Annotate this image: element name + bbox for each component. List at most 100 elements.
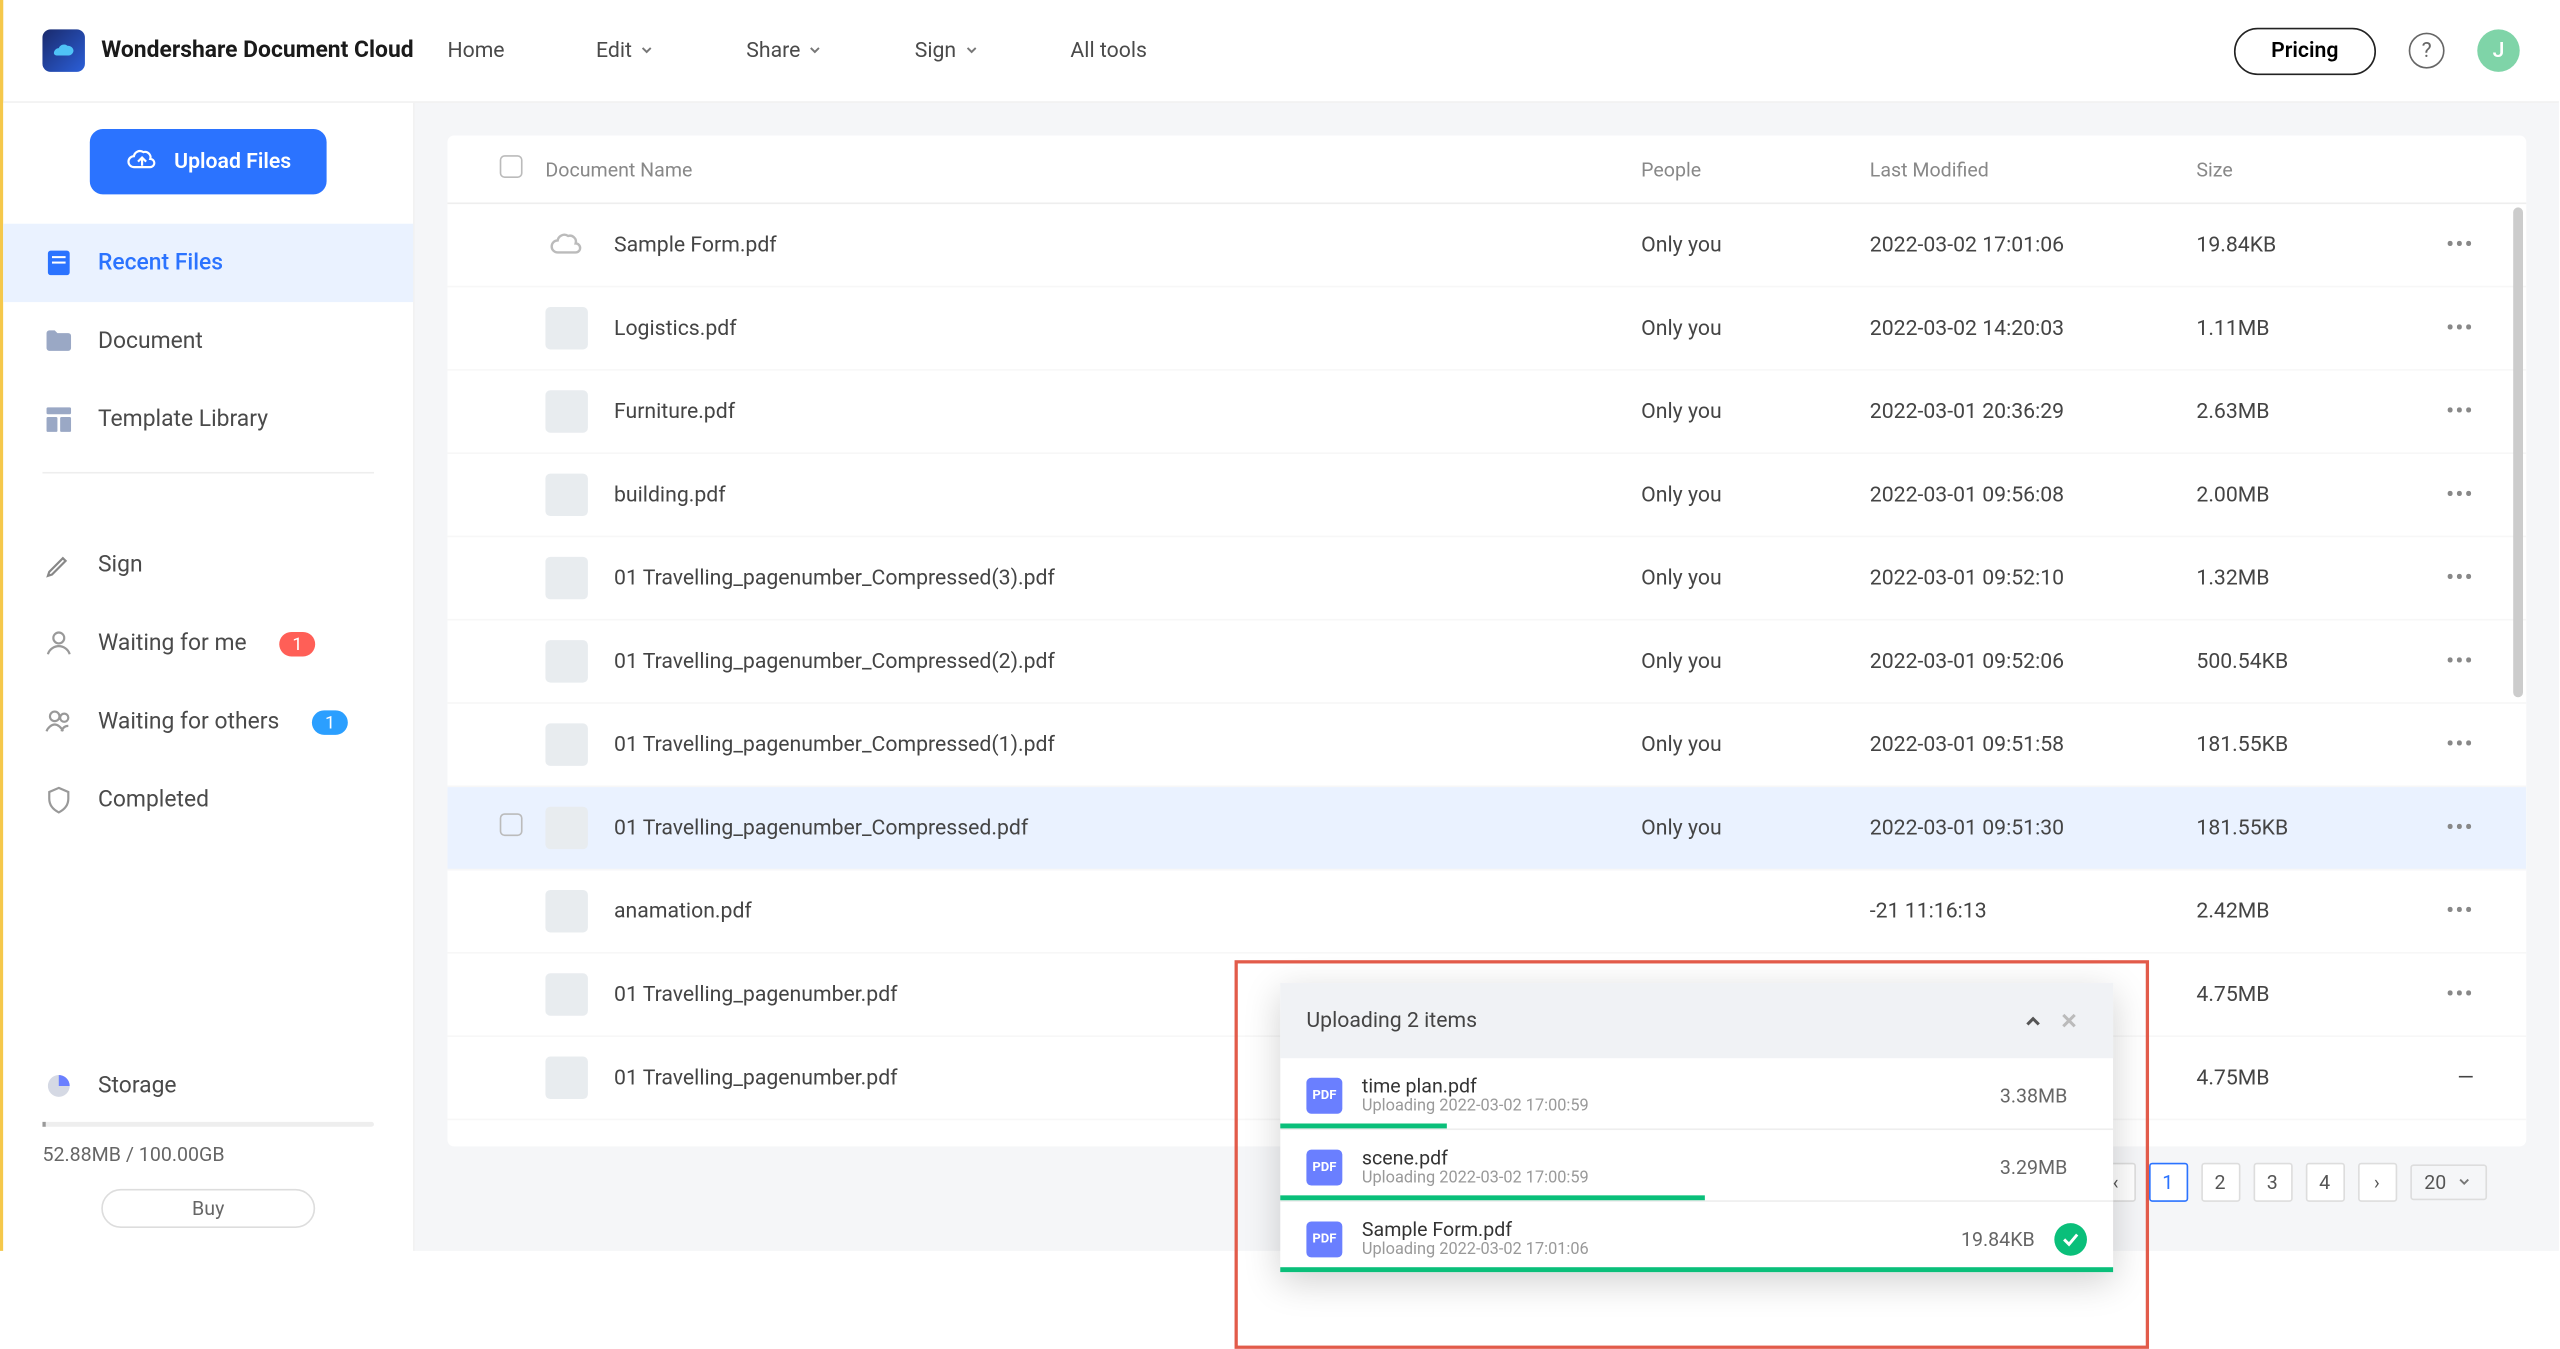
col-name-header[interactable]: Document Name [545,158,1641,181]
file-thumbnail-icon [545,557,587,599]
chevron-down-icon [963,42,979,58]
page-number-button[interactable]: 4 [2305,1163,2344,1202]
table-row[interactable]: Sample Form.pdfOnly you2022-03-02 17:01:… [447,204,2526,287]
storage-row: Storage [3,1053,413,1112]
table-row[interactable]: Furniture.pdfOnly you2022-03-01 20:36:29… [447,371,2526,454]
pie-chart-icon [42,1070,75,1103]
upload-item-row: PDF time plan.pdfUploading 2022-03-02 17:… [1280,1058,2113,1130]
table-row[interactable]: 01 Travelling_pagenumber_Compressed.pdfO… [447,787,2526,870]
row-more-icon[interactable]: ••• [2446,899,2474,923]
file-size: 19.84KB [2196,233,2408,257]
sidebar-item-label: Waiting for me [98,630,247,656]
row-more-icon[interactable]: ••• [2446,982,2474,1006]
file-modified: 2022-03-02 14:20:03 [1870,316,2197,340]
file-modified: 2022-03-02 17:01:06 [1870,233,2197,257]
upload-status-text: Uploading 2022-03-02 17:00:59 [1362,1169,2000,1187]
table-row[interactable]: 01 Travelling_pagenumber_Compressed(3).p… [447,537,2526,620]
page-size-select[interactable]: 20 [2409,1164,2487,1200]
row-more-icon[interactable]: ••• [2446,816,2474,840]
close-icon [2058,1009,2081,1032]
file-name: 01 Travelling_pagenumber.pdf [614,1066,898,1090]
table-row[interactable]: building.pdfOnly you2022-03-01 09:56:082… [447,454,2526,537]
upload-status-text: Uploading 2022-03-02 17:00:59 [1362,1097,2000,1115]
row-more-icon[interactable]: ••• [2446,732,2474,756]
file-thumbnail-icon [545,807,587,849]
upload-files-button[interactable]: Upload Files [89,129,327,194]
pdf-badge-icon: PDF [1306,1077,1342,1113]
upload-file-size: 3.29MB [2000,1155,2068,1178]
table-row[interactable]: anamation.pdf -21 11:16:132.42MB ••• [447,870,2526,953]
brand-logo-icon [42,29,84,71]
chevron-down-icon [639,42,655,58]
col-people-header[interactable]: People [1641,158,1870,181]
sidebar-item-document[interactable]: Document [3,302,413,380]
sidebar-item-completed[interactable]: Completed [3,761,413,839]
pricing-button[interactable]: Pricing [2234,27,2376,74]
sidebar-item-template[interactable]: Template Library [3,380,413,458]
sidebar-item-sign[interactable]: Sign [3,526,413,604]
file-people: Only you [1641,649,1870,673]
upload-panel-title: Uploading 2 items [1306,1008,1477,1032]
file-name: Logistics.pdf [614,316,737,340]
table-row[interactable]: Logistics.pdfOnly you2022-03-02 14:20:03… [447,287,2526,370]
upload-file-name: Sample Form.pdf [1362,1218,1961,1241]
file-modified: -21 11:16:13 [1870,899,2197,923]
file-name: anamation.pdf [614,899,752,923]
upload-file-name: scene.pdf [1362,1146,2000,1169]
file-people: Only you [1641,732,1870,756]
close-panel-button[interactable] [2051,1003,2087,1039]
select-all-checkbox[interactable] [500,155,523,178]
col-modified-header[interactable]: Last Modified [1870,158,2197,181]
file-people: Only you [1641,399,1870,423]
file-size: 181.55KB [2196,732,2408,756]
file-size: 181.55KB [2196,816,2408,840]
scrollbar[interactable] [2513,207,2523,697]
file-size: 2.42MB [2196,899,2408,923]
buy-storage-button[interactable]: Buy [101,1189,315,1228]
file-modified: 2022-03-01 20:36:29 [1870,399,2197,423]
row-more-icon[interactable]: ••• [2446,483,2474,507]
row-more-icon[interactable]: ••• [2446,566,2474,590]
row-more-icon[interactable]: ••• [2446,233,2474,257]
waiting-others-badge: 1 [312,710,348,734]
row-more-icon[interactable]: ••• [2446,399,2474,423]
main-content: Document Name People Last Modified Size … [415,103,2559,1251]
row-more-icon[interactable]: ••• [2446,316,2474,340]
sidebar-item-label: Waiting for others [98,709,279,735]
nav-home[interactable]: Home [447,38,504,62]
nav-edit[interactable]: Edit [596,38,655,62]
file-modified: 2022-03-01 09:52:06 [1870,649,2197,673]
page-next-button[interactable]: › [2357,1163,2396,1202]
sidebar-item-waiting-others[interactable]: Waiting for others 1 [3,683,413,761]
help-icon[interactable]: ? [2409,33,2445,69]
file-thumbnail-icon [545,723,587,765]
chevron-down-icon [2456,1174,2472,1190]
upload-file-size: 3.38MB [2000,1083,2068,1106]
file-name: building.pdf [614,483,726,507]
sidebar-item-waiting-me[interactable]: Waiting for me 1 [3,604,413,682]
sidebar-item-recent[interactable]: Recent Files [3,224,413,302]
table-row[interactable]: 01 Travelling_pagenumber_Compressed(1).p… [447,704,2526,787]
file-thumbnail-icon [545,1057,587,1099]
row-checkbox[interactable] [500,813,523,836]
user-avatar[interactable]: J [2477,29,2519,71]
file-size: 2.63MB [2196,399,2408,423]
page-number-button[interactable]: 2 [2200,1163,2239,1202]
page-number-button[interactable]: 3 [2253,1163,2292,1202]
nav-share[interactable]: Share [746,38,823,62]
file-size: 4.75MB [2196,1066,2408,1090]
pdf-badge-icon: PDF [1306,1221,1342,1257]
row-more-icon[interactable]: ••• [2446,649,2474,673]
page-number-button[interactable]: 1 [2148,1163,2187,1202]
upload-item-row: PDFSample Form.pdfUploading 2022-03-02 1… [1280,1202,2113,1272]
nav-sign[interactable]: Sign [915,38,979,62]
recent-files-icon [42,247,75,280]
sidebar-item-label: Completed [98,787,209,813]
upload-file-name: time plan.pdf [1362,1075,2000,1098]
col-size-header[interactable]: Size [2196,158,2408,181]
table-row[interactable]: 01 Travelling_pagenumber_Compressed(2).p… [447,621,2526,704]
file-size: 1.32MB [2196,566,2408,590]
nav-alltools[interactable]: All tools [1070,38,1147,62]
brand-block[interactable]: Wondershare Document Cloud [42,29,414,71]
collapse-panel-button[interactable] [2015,1003,2051,1039]
